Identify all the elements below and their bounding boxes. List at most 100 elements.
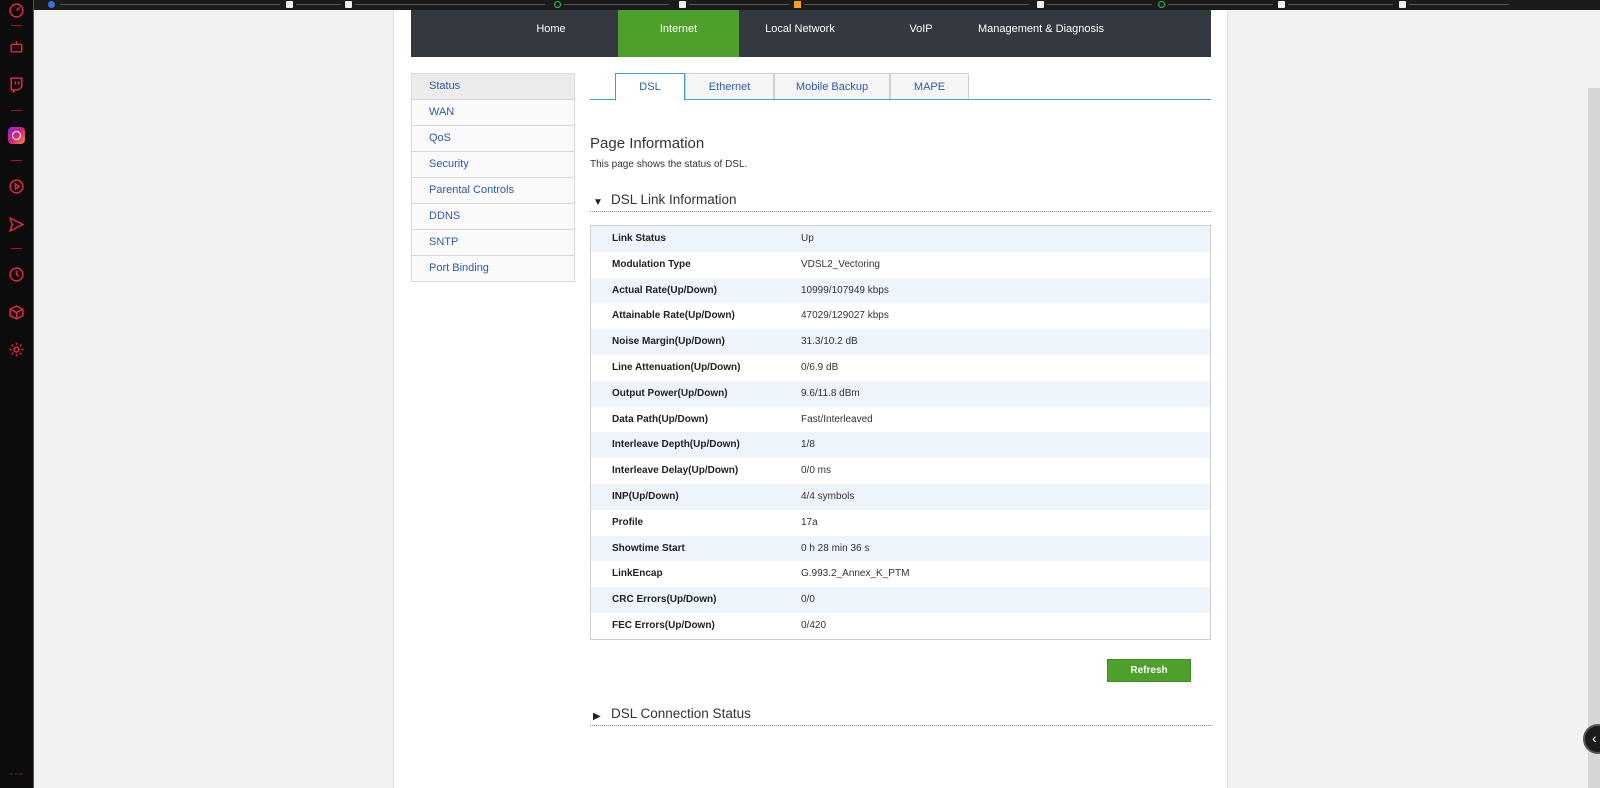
cube-icon[interactable] [8,304,25,321]
bookmark-text[interactable] [1168,4,1273,5]
page-description: This page shows the status of DSL. [590,159,748,170]
row-label: Profile [612,516,644,528]
bookmark-text[interactable] [689,4,789,5]
table-row: Profile 17a [591,509,1210,536]
row-value: Up [801,233,814,244]
row-value: 47029/129027 kbps [801,310,889,322]
instagram-icon[interactable] [8,127,25,144]
tab-dsl[interactable]: DSL [615,73,685,101]
speedometer-icon[interactable] [8,2,25,19]
main-content: DSL Ethernet Mobile Backup MAPE Page Inf… [590,73,1211,726]
bookmark-favicon[interactable] [679,1,686,8]
table-row: Attainable Rate(Up/Down) 47029/129027 kbp… [591,303,1210,330]
row-label: Interleave Depth(Up/Down) [612,439,740,451]
clock-icon[interactable] [8,266,25,283]
table-row: Output Power(Up/Down) 9.6/11.8 dBm [591,380,1210,407]
bookmark-favicon[interactable] [794,1,801,8]
tab-mobile-backup[interactable]: Mobile Backup [774,73,890,99]
section-title: DSL Link Information [611,192,737,207]
router-page: Home Internet Local Network VoIP Managem… [393,10,1228,788]
row-label: Showtime Start [612,542,685,554]
row-label: FEC Errors(Up/Down) [612,619,715,631]
row-value: Fast/Interleaved [801,413,873,425]
bookmark-text[interactable] [564,4,669,5]
bookmark-favicon[interactable] [345,1,352,8]
row-label: Attainable Rate(Up/Down) [612,310,735,322]
row-label: Modulation Type [612,258,691,270]
row-value: 0/0 ms [801,465,832,477]
sidebar-item-parental-controls[interactable]: Parental Controls [412,177,574,203]
bookmark-text[interactable] [1409,4,1509,5]
row-label: Line Attenuation(Up/Down) [612,361,741,373]
sidebar-item-status[interactable]: Status [412,73,574,99]
nav-voip[interactable]: VoIP [891,10,951,57]
tab-ethernet[interactable]: Ethernet [685,73,774,99]
dsl-link-section-header[interactable]: ▼ DSL Link Information [590,192,1211,212]
bookmark-text[interactable] [296,4,341,5]
row-label: LinkEncap [612,568,663,580]
bookmark-text[interactable] [355,4,545,5]
table-row: Interleave Depth(Up/Down) 1/8 [591,432,1210,459]
row-value: 0 h 28 min 36 s [801,542,870,554]
row-value: VDSL2_Vectoring [801,258,880,270]
row-value: 4/4 symbols [801,490,855,502]
bookmark-favicon[interactable] [554,1,561,8]
refresh-button[interactable]: Refresh [1107,659,1191,682]
main-nav: Home Internet Local Network VoIP Managem… [411,10,1211,57]
bookmark-favicon[interactable] [1278,1,1285,8]
dsl-link-table: Link Status Up Modulation Type VDSL2_Vecto… [590,225,1211,640]
bookmark-favicon[interactable] [286,1,293,8]
nav-management-diagnosis[interactable]: Management & Diagnosis [976,10,1106,57]
row-value: 0/420 [801,619,827,631]
sidebar-item-qos[interactable]: QoS [412,125,574,151]
bookmark-favicon[interactable] [1399,1,1406,8]
row-value: 0/0 [801,594,815,606]
bookmark-favicon[interactable] [48,1,55,8]
row-label: CRC Errors(Up/Down) [612,594,717,606]
row-value: G.993.2_Annex_K_PTM [801,568,910,580]
row-label: INP(Up/Down) [612,490,679,502]
table-row: Line Attenuation(Up/Down) 0/6.9 dB [591,354,1210,381]
table-row: Data Path(Up/Down) Fast/Interleaved [591,406,1210,433]
bookmark-text[interactable] [1047,4,1152,5]
row-value: 31.3/10.2 dB [801,336,858,348]
sidebar-item-wan[interactable]: WAN [412,99,574,125]
bookmark-favicon[interactable] [1037,1,1044,8]
table-row: LinkEncap G.993.2_Annex_K_PTM [591,561,1210,588]
row-value: 9.6/11.8 dBm [801,387,860,399]
tab-mape[interactable]: MAPE [890,73,969,99]
browser-side-rail: ··· [0,0,34,788]
table-row: FEC Errors(Up/Down) 0/420 [591,612,1210,639]
bookmark-text[interactable] [804,4,1029,5]
bookmark-text[interactable] [60,4,280,5]
nav-home[interactable]: Home [516,10,586,57]
nav-internet[interactable]: Internet [618,10,739,57]
row-value: 1/8 [801,439,815,451]
section-title: DSL Connection Status [611,706,751,721]
robot-icon[interactable] [8,38,25,55]
rail-separator [11,110,22,111]
floating-action-button[interactable]: ‹ [1583,724,1600,754]
table-row: CRC Errors(Up/Down) 0/0 [591,587,1210,613]
sidebar-item-sntp[interactable]: SNTP [412,229,574,255]
table-row: Actual Rate(Up/Down) 10999/107949 kbps [591,277,1210,304]
nav-local-network[interactable]: Local Network [755,10,845,57]
more-icon[interactable]: ··· [9,766,24,780]
triangle-down-icon: ▼ [593,197,603,208]
sidebar-item-ddns[interactable]: DDNS [412,203,574,229]
sidebar-item-port-binding[interactable]: Port Binding [412,255,574,281]
bookmark-text[interactable] [1288,4,1393,5]
triangle-right-icon: ▶ [593,711,601,722]
row-label: Actual Rate(Up/Down) [612,284,717,296]
table-row: Showtime Start 0 h 28 min 36 s [591,535,1210,562]
play-circle-icon[interactable] [8,178,25,195]
send-icon[interactable] [8,216,25,233]
gear-icon[interactable] [8,341,25,358]
rail-separator [11,160,22,161]
bookmark-favicon[interactable] [1158,1,1165,8]
page-scrollbar[interactable] [1588,88,1600,788]
sidebar-item-security[interactable]: Security [412,151,574,177]
twitch-icon[interactable] [8,76,25,93]
row-label: Link Status [612,233,666,244]
dsl-connection-section-header[interactable]: ▶ DSL Connection Status [590,706,1211,726]
